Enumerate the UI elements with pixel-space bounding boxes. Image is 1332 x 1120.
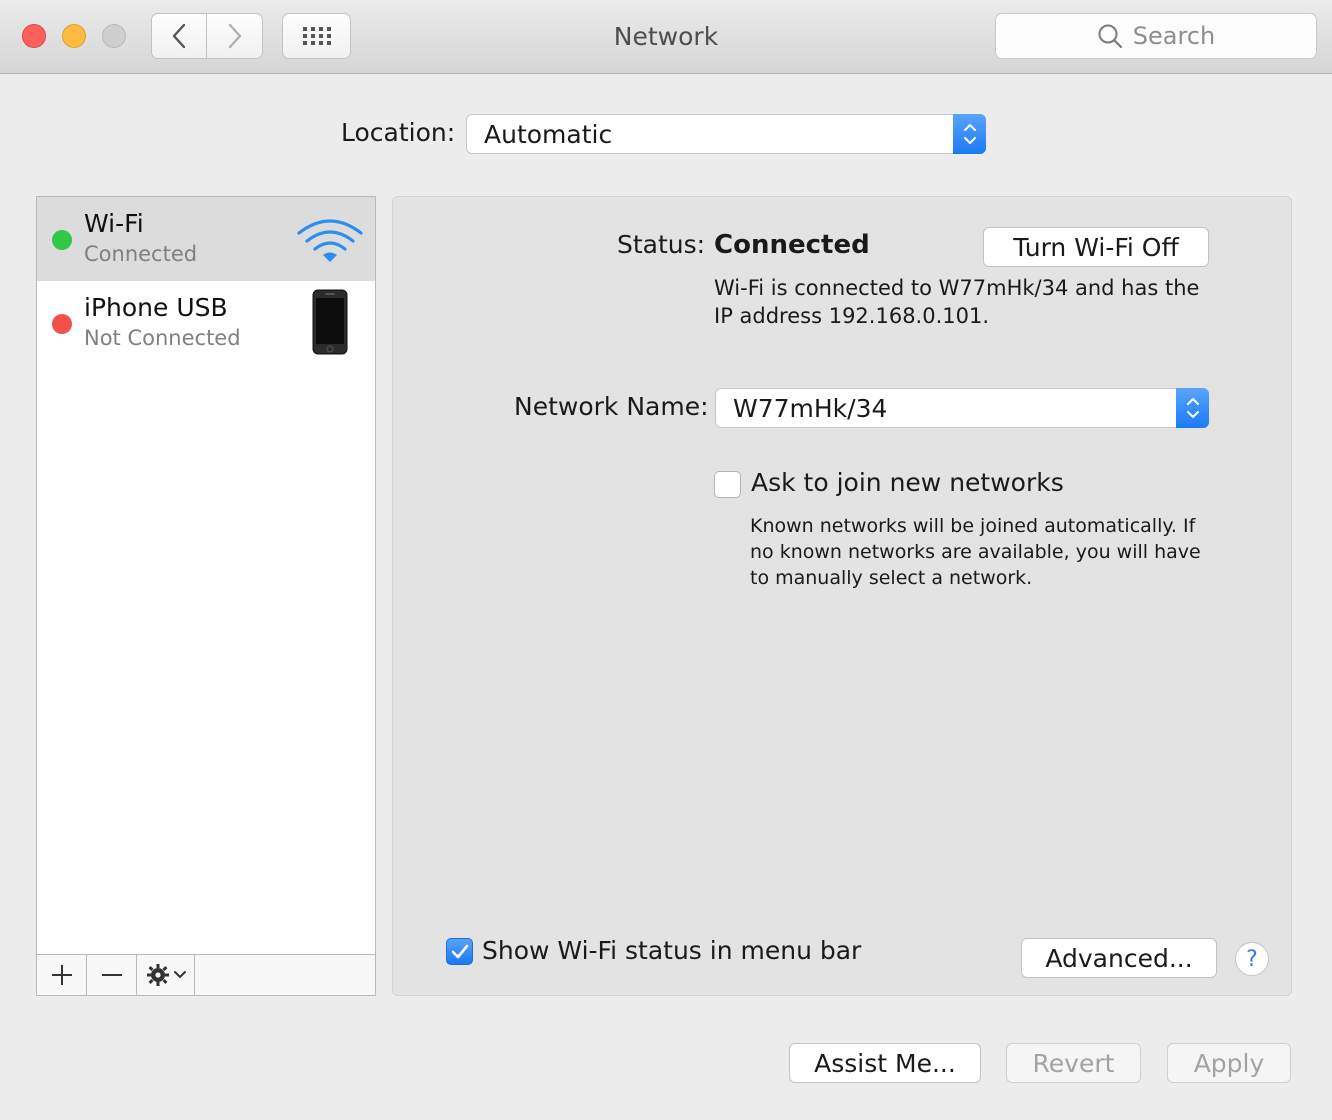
status-label: Status:	[617, 230, 706, 259]
service-list-toolbar	[37, 954, 375, 995]
turn-wifi-off-button[interactable]: Turn Wi-Fi Off	[983, 227, 1209, 267]
status-value: Connected	[714, 230, 870, 260]
network-name-label: Network Name:	[514, 392, 709, 421]
show-wifi-status-label: Show Wi-Fi status in menu bar	[482, 936, 862, 965]
plus-icon	[51, 965, 72, 985]
network-name-popup[interactable]: W77mHk/34	[715, 388, 1209, 428]
status-dot	[52, 230, 72, 250]
search-placeholder: Search	[1132, 22, 1216, 50]
status-dot	[52, 314, 72, 334]
search-field[interactable]: Search	[995, 13, 1317, 59]
minus-icon	[101, 974, 122, 976]
search-icon	[1098, 24, 1122, 49]
ask-to-join-checkbox[interactable]	[714, 471, 741, 498]
network-name-value: W77mHk/34	[733, 393, 888, 423]
advanced-button[interactable]: Advanced...	[1021, 938, 1217, 978]
show-wifi-status-checkbox[interactable]	[446, 938, 473, 965]
apply-button[interactable]: Apply	[1167, 1043, 1291, 1083]
wifi-icon	[297, 219, 363, 262]
updown-chevron-icon	[963, 124, 976, 144]
updown-chevron-icon	[1186, 398, 1199, 418]
help-button[interactable]: ?	[1235, 942, 1269, 976]
location-stepper[interactable]	[953, 114, 986, 154]
remove-service-button[interactable]	[87, 955, 137, 995]
service-item-iphone-usb[interactable]: iPhone USB Not Connected	[37, 281, 375, 365]
iphone-icon	[312, 289, 348, 355]
service-status: Not Connected	[84, 326, 241, 350]
service-status: Connected	[84, 242, 198, 266]
service-name: Wi-Fi	[84, 209, 144, 238]
network-name-stepper[interactable]	[1176, 388, 1209, 428]
gear-icon	[146, 964, 169, 986]
location-label: Location:	[341, 118, 456, 147]
assist-me-button[interactable]: Assist Me...	[789, 1043, 981, 1083]
ask-to-join-label: Ask to join new networks	[751, 468, 1064, 497]
action-menu-button[interactable]	[137, 955, 195, 995]
status-description: Wi-Fi is connected to W77mHk/34 and has …	[714, 276, 1200, 328]
revert-button[interactable]: Revert	[1006, 1043, 1141, 1083]
location-value: Automatic	[484, 119, 613, 149]
service-name: iPhone USB	[84, 293, 228, 322]
ask-to-join-description: Known networks will be joined automatica…	[750, 515, 1201, 589]
service-item-wifi[interactable]: Wi-Fi Connected	[37, 197, 375, 281]
location-popup[interactable]: Automatic	[466, 114, 986, 154]
checkmark-icon	[451, 944, 468, 958]
chevron-down-icon	[173, 971, 186, 979]
add-service-button[interactable]	[37, 955, 87, 995]
service-list: Wi-Fi Connected iPhone USB Not Connected	[36, 196, 376, 996]
